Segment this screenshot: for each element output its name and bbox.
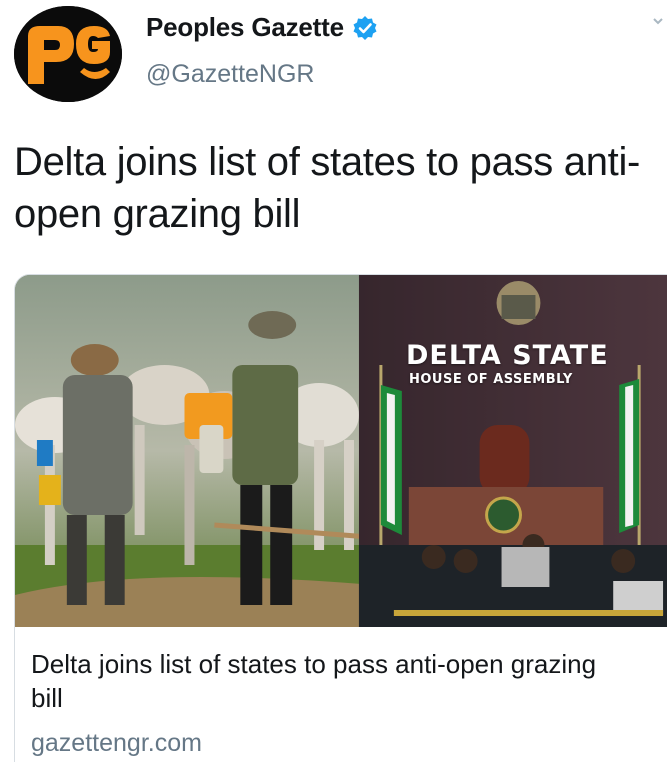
link-card-domain[interactable]: gazettengr.com (31, 729, 202, 758)
sign-title: DELTA STATE (406, 340, 609, 371)
peoples-gazette-logo-icon (14, 6, 122, 102)
sign-subtitle: HOUSE OF ASSEMBLY (409, 372, 573, 387)
link-card[interactable]: DELTA STATE HOUSE OF ASSEMBLY Delta join… (14, 274, 667, 762)
chevron-down-icon[interactable] (651, 14, 665, 28)
tweet: Peoples Gazette @GazetteNGR Delta joins … (0, 0, 667, 762)
name-row: Peoples Gazette (146, 12, 378, 43)
verified-badge-icon (352, 15, 378, 41)
link-card-image[interactable]: DELTA STATE HOUSE OF ASSEMBLY (15, 275, 667, 627)
display-name[interactable]: Peoples Gazette (146, 12, 344, 43)
account-handle[interactable]: @GazetteNGR (146, 60, 314, 89)
tweet-text: Delta joins list of states to pass anti-… (14, 140, 641, 236)
link-card-title[interactable]: Delta joins list of states to pass anti-… (31, 647, 621, 715)
herders-and-assembly-photo (15, 275, 667, 627)
avatar[interactable] (14, 6, 122, 102)
